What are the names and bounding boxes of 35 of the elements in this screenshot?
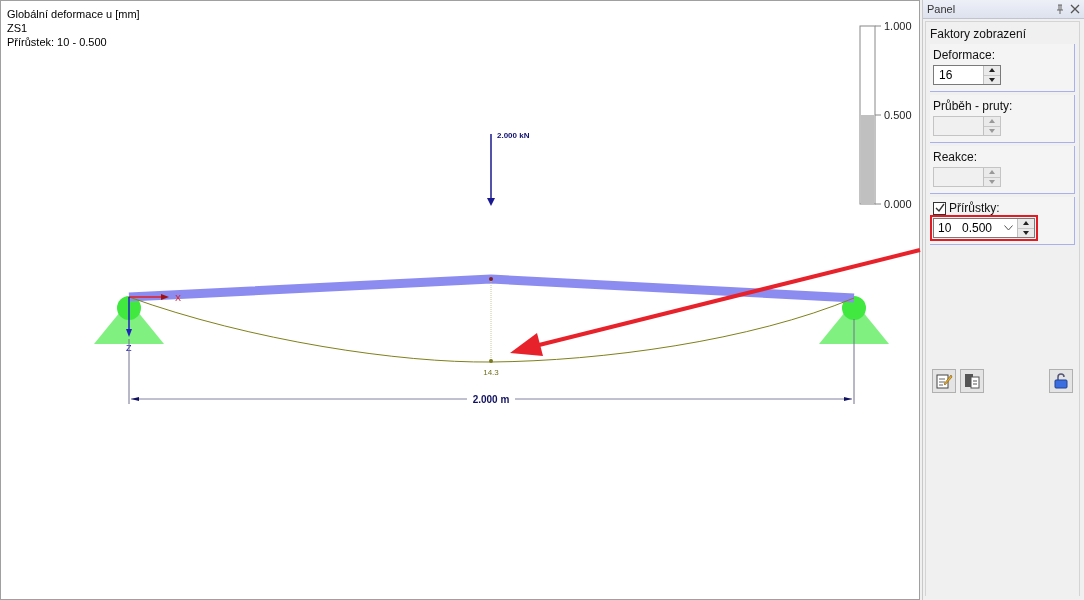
result-caption: Globální deformace u [mm] (7, 7, 140, 21)
node-dot (489, 277, 493, 281)
axis-label: X (175, 293, 181, 303)
field-label: Deformace: (933, 48, 997, 62)
scale-label: 0.000 (884, 198, 912, 210)
dropdown-icon[interactable] (1004, 225, 1013, 231)
deflection-label: 14.3 (483, 368, 499, 377)
section-title: Faktory zobrazení (930, 27, 1028, 41)
support-drawing (94, 296, 164, 344)
x-axis-arrow (128, 294, 169, 300)
result-caption: Přírůstek: 10 - 0.500 (7, 35, 108, 49)
spin-buttons[interactable] (983, 66, 1000, 84)
pin-icon[interactable] (1055, 4, 1065, 14)
dimension-label: 2.000 m (472, 394, 510, 405)
spin-buttons[interactable] (1017, 219, 1034, 237)
field-label: Průběh - pruty: (933, 99, 1014, 113)
scale-label: 0.500 (884, 109, 912, 121)
extension-line (128, 338, 130, 405)
checkbox[interactable] (933, 201, 946, 215)
checkbox-label[interactable]: Přírůstky: (933, 201, 1070, 215)
scale-label: 1.000 (884, 20, 912, 32)
load-label: 2.000 kN (497, 131, 530, 140)
z-axis-arrow (126, 296, 132, 337)
panel-title: Panel (927, 3, 957, 15)
close-icon[interactable] (1070, 4, 1080, 14)
field-label: Reakce: (933, 150, 979, 164)
spin-field[interactable]: 16 (933, 65, 1001, 85)
copy-button[interactable] (960, 369, 984, 393)
node-dot (489, 359, 493, 363)
lock-button[interactable] (1049, 369, 1073, 393)
axis-label: Z (126, 343, 132, 353)
result-caption: ZS1 (7, 21, 29, 35)
support-drawing (819, 296, 889, 344)
increment-combo[interactable]: 10 0.500 (933, 218, 1035, 238)
edit-button[interactable] (932, 369, 956, 393)
